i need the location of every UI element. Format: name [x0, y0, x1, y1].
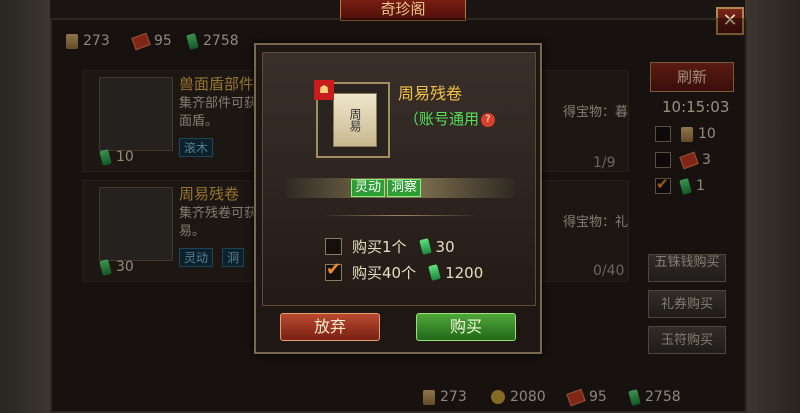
- item-tags: 灵动 洞察: [351, 179, 422, 197]
- checkbox[interactable]: [325, 238, 342, 255]
- tag: 灵动: [351, 179, 386, 197]
- account-shared-badge-icon: ☗: [314, 80, 334, 100]
- cancel-button[interactable]: 放弃: [280, 313, 380, 341]
- item-note: （账号通用?: [404, 108, 496, 129]
- buy-option-40[interactable]: 购买40个 1200: [325, 259, 484, 283]
- jade-icon: [418, 238, 432, 255]
- buy-option-price: 30: [435, 237, 455, 256]
- item-note-text: （账号通用: [404, 110, 480, 128]
- buy-option-label: 购买1个: [352, 238, 407, 256]
- buy-button[interactable]: 购买: [416, 313, 516, 341]
- buy-option-label: 购买40个: [352, 264, 417, 282]
- buy-option-1[interactable]: 购买1个 30: [325, 236, 455, 257]
- jade-icon: [428, 264, 441, 281]
- help-icon[interactable]: ?: [481, 112, 496, 127]
- checkbox-checked[interactable]: [325, 259, 342, 281]
- divider: [320, 215, 480, 216]
- background-scenery-left: [0, 0, 50, 413]
- tag: 洞察: [387, 179, 422, 197]
- item-image: 周易: [333, 93, 377, 147]
- item-name: 周易残卷: [398, 84, 463, 103]
- background-scenery-right: [745, 0, 800, 413]
- buy-option-price: 1200: [445, 263, 484, 282]
